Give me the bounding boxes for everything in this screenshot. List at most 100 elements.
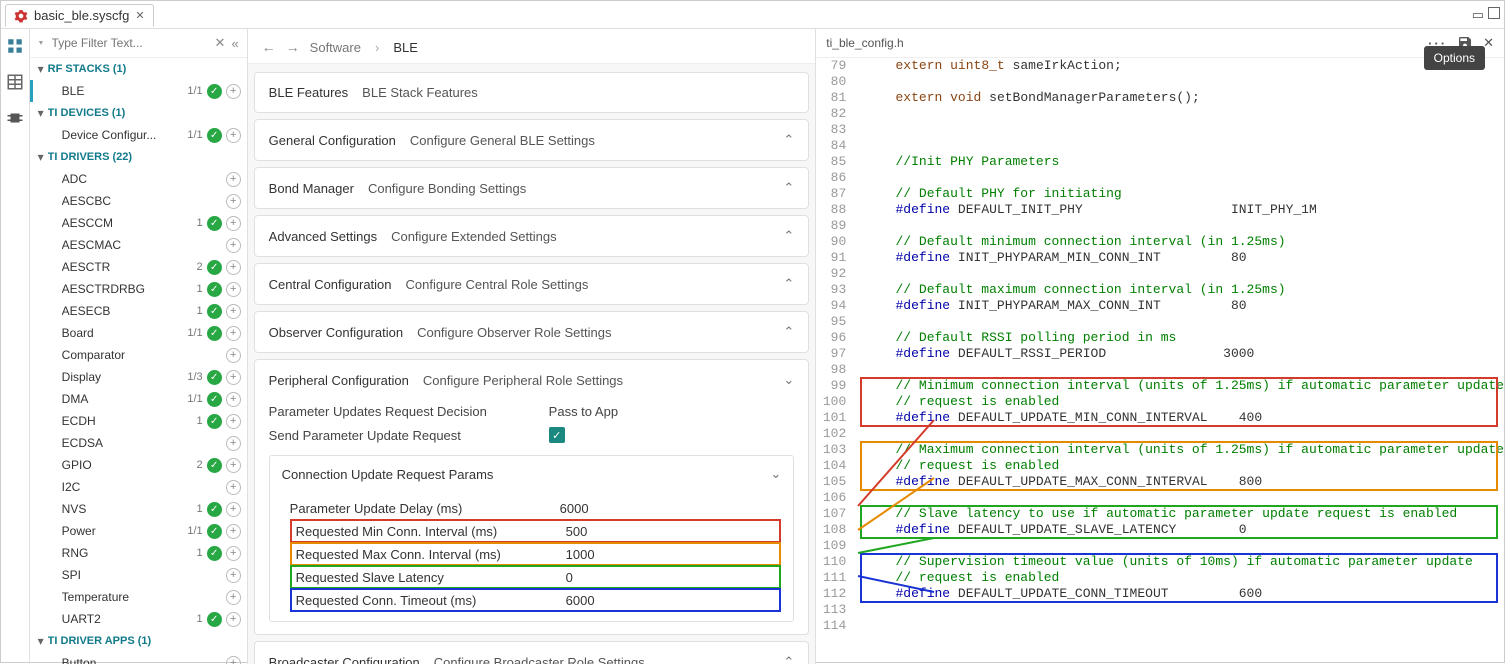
tree-item[interactable]: AESCTRDRBG1✓+ [30, 278, 247, 300]
tree-item[interactable]: SPI+ [30, 564, 247, 586]
add-icon[interactable]: + [226, 458, 241, 473]
tree-item[interactable]: Display1/3✓+ [30, 366, 247, 388]
accordion-broadcaster[interactable]: Broadcaster ConfigurationConfigure Broad… [254, 641, 810, 664]
tree-item[interactable]: Button+ [30, 652, 247, 664]
tree-item[interactable]: Temperature+ [30, 586, 247, 608]
check-icon: ✓ [207, 326, 222, 341]
add-icon[interactable]: + [226, 348, 241, 363]
tree-item-ble[interactable]: BLE1/1✓+ [30, 80, 247, 102]
add-icon[interactable]: + [226, 194, 241, 209]
add-icon[interactable]: + [226, 546, 241, 561]
tree-item[interactable]: Power1/1✓+ [30, 520, 247, 542]
chevron-down-icon: ⌄ [770, 466, 781, 482]
breadcrumb: ← → Software › BLE [248, 29, 816, 64]
config-body[interactable]: BLE FeaturesBLE Stack Features General C… [248, 64, 816, 664]
maximize-icon[interactable] [1488, 7, 1500, 23]
param-row-min-interval[interactable]: Requested Min Conn. Interval (ms)500 [290, 519, 782, 543]
minimize-icon[interactable]: ▭ [1472, 7, 1482, 23]
tree-item[interactable]: I2C+ [30, 476, 247, 498]
accordion-central[interactable]: Central ConfigurationConfigure Central R… [254, 263, 810, 305]
add-icon[interactable]: + [226, 502, 241, 517]
add-icon[interactable]: + [226, 370, 241, 385]
add-icon[interactable]: + [226, 326, 241, 341]
add-icon[interactable]: + [226, 238, 241, 253]
tree-item[interactable]: ECDSA+ [30, 432, 247, 454]
code-line: 107 // Slave latency to use if automatic… [816, 506, 1504, 522]
add-icon[interactable]: + [226, 612, 241, 627]
code-line: 79 extern uint8_t sameIrkAction; [816, 58, 1504, 74]
grid-icon[interactable] [6, 37, 24, 55]
form-row: Send Parameter Update Request✓ [269, 423, 795, 447]
chevron-up-icon: ⌃ [783, 276, 794, 292]
tree-item[interactable]: NVS1✓+ [30, 498, 247, 520]
add-icon[interactable]: + [226, 304, 241, 319]
accordion-advanced[interactable]: Advanced SettingsConfigure Extended Sett… [254, 215, 810, 257]
filter-icon[interactable] [38, 36, 44, 50]
collapse-panel-icon[interactable]: « [231, 36, 238, 51]
chevron-down-icon[interactable]: ▾ [34, 634, 48, 648]
param-row-slave-latency[interactable]: Requested Slave Latency0 [290, 565, 782, 589]
chevron-down-icon[interactable]: ▾ [34, 62, 48, 76]
tree-item[interactable]: UART21✓+ [30, 608, 247, 630]
code-line: 95 [816, 314, 1504, 330]
accordion-observer[interactable]: Observer ConfigurationConfigure Observer… [254, 311, 810, 353]
clear-filter-icon[interactable]: ✕ [215, 35, 226, 51]
tree-item[interactable]: Comparator+ [30, 344, 247, 366]
code-line: 111 // request is enabled [816, 570, 1504, 586]
tree-item[interactable]: RNG1✓+ [30, 542, 247, 564]
add-icon[interactable]: + [226, 590, 241, 605]
tree-item[interactable]: GPIO2✓+ [30, 454, 247, 476]
param-row-max-interval[interactable]: Requested Max Conn. Interval (ms)1000 [290, 542, 782, 566]
tree-item[interactable]: ECDH1✓+ [30, 410, 247, 432]
add-icon[interactable]: + [226, 480, 241, 495]
close-icon[interactable]: ✕ [135, 9, 144, 22]
add-icon[interactable]: + [226, 436, 241, 451]
accordion-peripheral[interactable]: Peripheral ConfigurationConfigure Periph… [254, 359, 810, 635]
code-line: 102 [816, 426, 1504, 442]
code-filename[interactable]: ti_ble_config.h [826, 36, 903, 50]
back-icon[interactable]: ← [262, 39, 276, 55]
add-icon[interactable]: + [226, 392, 241, 407]
param-row[interactable]: Parameter Update Delay (ms)6000 [290, 496, 782, 520]
tree-item[interactable]: AESECB1✓+ [30, 300, 247, 322]
code-body[interactable]: 79 extern uint8_t sameIrkAction;8081 ext… [816, 58, 1504, 664]
breadcrumb-root[interactable]: Software [310, 40, 361, 55]
param-row-conn-timeout[interactable]: Requested Conn. Timeout (ms)6000 [290, 588, 782, 612]
tree-item[interactable]: AESCMAC+ [30, 234, 247, 256]
module-tree[interactable]: ▾RF STACKS (1) BLE1/1✓+ ▾TI DEVICES (1) … [30, 58, 247, 664]
accordion-ble-features[interactable]: BLE FeaturesBLE Stack Features [254, 72, 810, 113]
tab-title: basic_ble.syscfg [34, 8, 129, 23]
checkbox-checked[interactable]: ✓ [549, 427, 565, 443]
chevron-up-icon: ⌃ [783, 132, 794, 148]
add-icon[interactable]: + [226, 260, 241, 275]
add-icon[interactable]: + [226, 414, 241, 429]
accordion-bond[interactable]: Bond ManagerConfigure Bonding Settings⌃ [254, 167, 810, 209]
add-icon[interactable]: + [226, 172, 241, 187]
left-icon-rail [1, 29, 30, 664]
add-icon[interactable]: + [226, 524, 241, 539]
table-icon[interactable] [6, 73, 24, 91]
add-icon[interactable]: + [226, 128, 241, 143]
dropdown-value[interactable]: Pass to App [549, 404, 618, 419]
forward-icon[interactable]: → [286, 39, 300, 55]
chevron-down-icon: ⌄ [783, 372, 794, 388]
tree-item[interactable]: AESCBC+ [30, 190, 247, 212]
active-tab[interactable]: basic_ble.syscfg ✕ [5, 4, 154, 27]
tree-item[interactable]: DMA1/1✓+ [30, 388, 247, 410]
add-icon[interactable]: + [226, 568, 241, 583]
tree-item[interactable]: ADC+ [30, 168, 247, 190]
filter-input[interactable] [50, 35, 209, 51]
tree-item[interactable]: AESCCM1✓+ [30, 212, 247, 234]
tree-item[interactable]: AESCTR2✓+ [30, 256, 247, 278]
add-icon[interactable]: + [226, 282, 241, 297]
chip-icon[interactable] [6, 109, 24, 127]
gear-icon [14, 9, 28, 23]
chevron-down-icon[interactable]: ▾ [34, 106, 48, 120]
tree-item[interactable]: Device Configur...1/1✓+ [30, 124, 247, 146]
chevron-down-icon[interactable]: ▾ [34, 150, 48, 164]
tree-item[interactable]: Board1/1✓+ [30, 322, 247, 344]
add-icon[interactable]: + [226, 216, 241, 231]
sub-accordion-header[interactable]: Connection Update Request Params⌄ [270, 456, 794, 492]
add-icon[interactable]: + [226, 84, 241, 99]
accordion-general[interactable]: General ConfigurationConfigure General B… [254, 119, 810, 161]
